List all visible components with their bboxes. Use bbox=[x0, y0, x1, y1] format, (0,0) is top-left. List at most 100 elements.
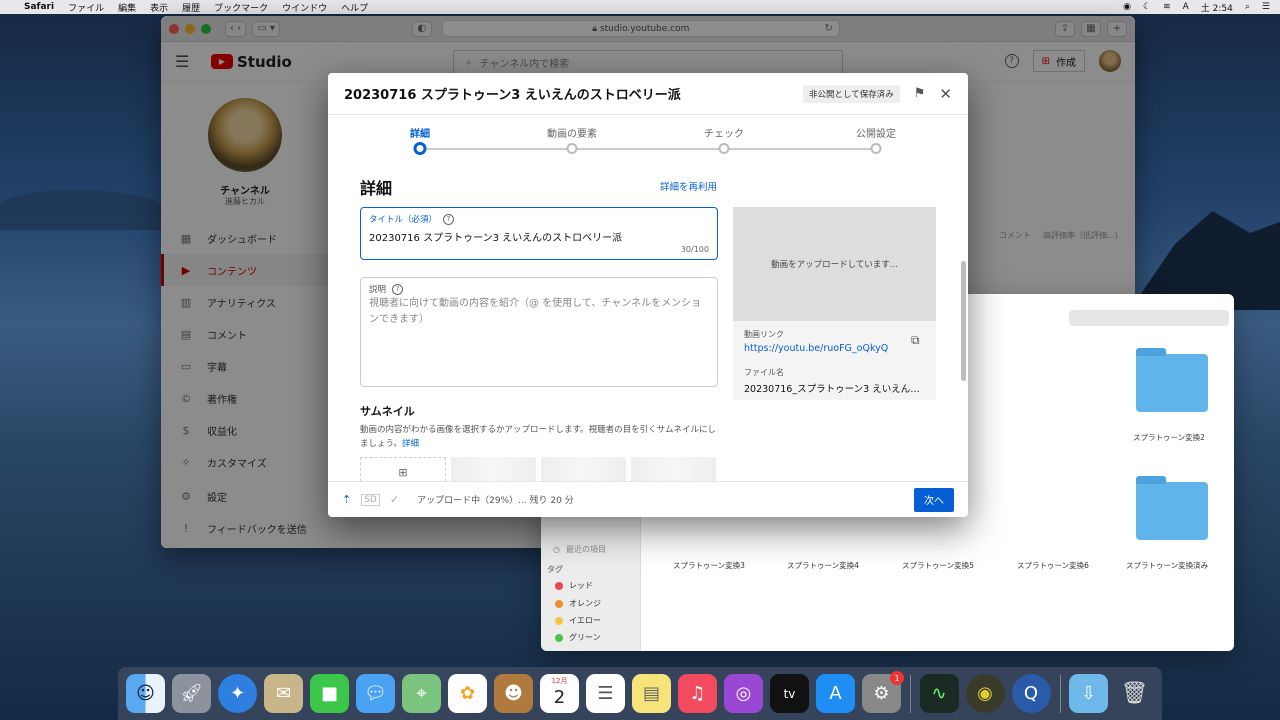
record-icon[interactable]: ◉ bbox=[1123, 2, 1131, 12]
podcasts-app-icon[interactable]: ◎ bbox=[724, 674, 763, 713]
finder-search-field[interactable] bbox=[1069, 310, 1229, 326]
menubar-clock[interactable]: 土 2:54 bbox=[1201, 1, 1233, 14]
details-section-title: 詳細 bbox=[360, 179, 393, 198]
file-name-label: ファイル名 bbox=[744, 368, 784, 377]
dialog-header: 20230716 スプラトゥーン3 えいえんのストロベリー派 非公開として保存済… bbox=[328, 73, 968, 115]
dialog-scrollbar[interactable] bbox=[961, 261, 966, 381]
disk-utility-app-icon[interactable]: ◉ bbox=[965, 674, 1005, 713]
quicktime-app-icon[interactable]: Q bbox=[1011, 674, 1051, 713]
step-details-label[interactable]: 詳細 bbox=[410, 125, 430, 140]
menubar-item-history[interactable]: 履歴 bbox=[182, 1, 200, 14]
tag-label: イエロー bbox=[569, 616, 601, 625]
upload-details-dialog: 20230716 スプラトゥーン3 えいえんのストロベリー派 非公開として保存済… bbox=[328, 73, 968, 517]
contacts-app-icon[interactable]: ☻ bbox=[494, 674, 533, 713]
activity-monitor-app-icon[interactable]: ∿ bbox=[919, 674, 959, 713]
step-visibility-dot[interactable] bbox=[870, 143, 882, 154]
step-visibility-label[interactable]: 公開設定 bbox=[856, 125, 896, 140]
auto-thumbnail-option[interactable] bbox=[451, 457, 536, 481]
trash-icon[interactable]: 🗑︎ bbox=[1115, 674, 1154, 713]
folder-icon[interactable] bbox=[1136, 348, 1208, 412]
help-icon[interactable]: ? bbox=[443, 213, 455, 225]
folder-label[interactable]: スプラトゥーン変換5 bbox=[902, 560, 974, 571]
thumbnail-description: 動画の内容がわかる画像を選択するかアップロードします。視聴者の目を引くサムネイル… bbox=[360, 423, 718, 451]
finder-sidebar-recent-label: 最近の項目 bbox=[565, 545, 606, 554]
folder-label[interactable]: スプラトゥーン変換2 bbox=[1133, 432, 1205, 443]
safari-app-icon[interactable]: ✦ bbox=[218, 674, 257, 713]
title-char-count: 30/100 bbox=[680, 245, 709, 254]
dialog-header-actions: 非公開として保存済み ⚑ ✕ bbox=[803, 84, 952, 103]
control-center-icon[interactable]: ☰ bbox=[1262, 2, 1270, 12]
wifi-icon[interactable]: ≋ bbox=[1163, 2, 1171, 12]
facetime-app-icon[interactable]: ■ bbox=[310, 674, 349, 713]
appletv-app-icon[interactable]: tv bbox=[770, 674, 809, 713]
folder-label[interactable]: スプラトゥーン変換6 bbox=[1017, 560, 1089, 571]
tag-yellow[interactable]: イエロー bbox=[555, 615, 601, 626]
mail-app-icon[interactable]: ✉ bbox=[264, 674, 303, 713]
menubar-item-view[interactable]: 表示 bbox=[150, 1, 168, 14]
tag-red[interactable]: レッド bbox=[555, 580, 593, 591]
tags-section-title: タグ bbox=[547, 565, 563, 574]
help-icon[interactable]: ? bbox=[392, 283, 404, 295]
mac-dock: ☺ 🚀︎ ✦ ✉ ■ 💬︎ ⌖ ✿ ☻ 12月 2 ☰ ▤ ♫ ◎ tv A ⚙… bbox=[118, 667, 1162, 720]
title-field-label: タイトル（必須） ? bbox=[369, 213, 455, 225]
add-image-icon: ⊞ bbox=[398, 465, 408, 479]
folder-icon[interactable] bbox=[1136, 476, 1208, 540]
finder-app-icon[interactable]: ☺ bbox=[126, 674, 165, 713]
thumbnail-options: ⊞ bbox=[360, 457, 716, 481]
tag-orange[interactable]: オレンジ bbox=[555, 598, 601, 609]
folder-label[interactable]: スプラトゥーン変換4 bbox=[787, 560, 859, 571]
upload-progress-status: アップロード中（29%）... 残り 20 分 bbox=[417, 496, 574, 506]
step-elements-label[interactable]: 動画の要素 bbox=[547, 125, 597, 140]
menubar-item-help[interactable]: ヘルプ bbox=[341, 1, 368, 14]
clock-icon: ◷ bbox=[553, 545, 560, 554]
thumbnail-section-title: サムネイル bbox=[360, 405, 415, 418]
photos-app-icon[interactable]: ✿ bbox=[448, 674, 487, 713]
menubar-item-bookmarks[interactable]: ブックマーク bbox=[214, 1, 268, 14]
upload-thumbnail-button[interactable]: ⊞ bbox=[360, 457, 446, 481]
upload-stepper: 詳細 動画の要素 チェック 公開設定 bbox=[328, 115, 968, 161]
system-preferences-app-icon[interactable]: ⚙ 1 bbox=[862, 671, 904, 713]
menubar-app-name[interactable]: Safari bbox=[24, 2, 54, 12]
calendar-month: 12月 bbox=[551, 677, 568, 685]
step-checks-label[interactable]: チェック bbox=[704, 125, 744, 140]
auto-thumbnail-option[interactable] bbox=[631, 457, 716, 481]
thumbnail-learn-more-link[interactable]: 詳細 bbox=[402, 439, 419, 449]
folder-label[interactable]: スプラトゥーン変換3 bbox=[673, 560, 745, 571]
tag-green[interactable]: グリーン bbox=[555, 632, 601, 643]
menubar-item-file[interactable]: ファイル bbox=[68, 1, 104, 14]
auto-thumbnail-option[interactable] bbox=[541, 457, 626, 481]
menubar-item-edit[interactable]: 編集 bbox=[118, 1, 136, 14]
close-icon[interactable]: ✕ bbox=[939, 85, 952, 103]
report-issue-icon[interactable]: ⚑ bbox=[914, 86, 926, 101]
description-placeholder[interactable]: 視聴者に向けて動画の内容を紹介（@ を使用して、チャンネルをメンションできます） bbox=[369, 296, 709, 328]
next-button[interactable]: 次へ bbox=[914, 487, 954, 512]
launchpad-app-icon[interactable]: 🚀︎ bbox=[172, 674, 211, 713]
step-details-dot[interactable] bbox=[413, 142, 427, 155]
notes-app-icon[interactable]: ▤ bbox=[632, 674, 671, 713]
appstore-app-icon[interactable]: A bbox=[816, 674, 855, 713]
menubar-item-window[interactable]: ウインドウ bbox=[282, 1, 327, 14]
title-field[interactable]: タイトル（必須） ? 20230716 スプラトゥーン3 えいえんのストロベリー… bbox=[360, 207, 718, 260]
tag-label: グリーン bbox=[569, 633, 601, 642]
spotlight-icon[interactable]: ⌕ bbox=[1245, 2, 1250, 12]
step-elements-dot[interactable] bbox=[566, 143, 578, 154]
music-app-icon[interactable]: ♫ bbox=[678, 674, 717, 713]
downloads-folder-icon[interactable]: ⇩ bbox=[1069, 674, 1108, 713]
description-field[interactable]: 説明 ? 視聴者に向けて動画の内容を紹介（@ を使用して、チャンネルをメンション… bbox=[360, 277, 718, 387]
step-checks-dot[interactable] bbox=[718, 143, 730, 154]
finder-sidebar-recent[interactable]: ◷ 最近の項目 bbox=[553, 544, 606, 555]
copy-icon[interactable]: ⧉ bbox=[911, 333, 920, 348]
reuse-details-link[interactable]: 詳細を再利用 bbox=[660, 179, 717, 193]
desktop-wallpaper-hill bbox=[0, 190, 170, 230]
messages-app-icon[interactable]: 💬︎ bbox=[356, 674, 395, 713]
moon-icon[interactable]: ☾ bbox=[1143, 2, 1151, 12]
video-link[interactable]: https://youtu.be/ruoFG_oQkyQ bbox=[744, 343, 888, 354]
reminders-app-icon[interactable]: ☰ bbox=[586, 674, 625, 713]
calendar-day: 2 bbox=[553, 687, 566, 708]
title-field-value[interactable]: 20230716 スプラトゥーン3 えいえんのストロベリー派 bbox=[369, 229, 622, 244]
input-method-icon[interactable]: A bbox=[1183, 2, 1189, 12]
folder-label[interactable]: スプラトゥーン変換済み bbox=[1126, 560, 1208, 571]
calendar-app-icon[interactable]: 12月 2 bbox=[540, 674, 579, 713]
video-preview-placeholder: 動画をアップロードしています... bbox=[733, 207, 936, 321]
maps-app-icon[interactable]: ⌖ bbox=[402, 674, 441, 713]
